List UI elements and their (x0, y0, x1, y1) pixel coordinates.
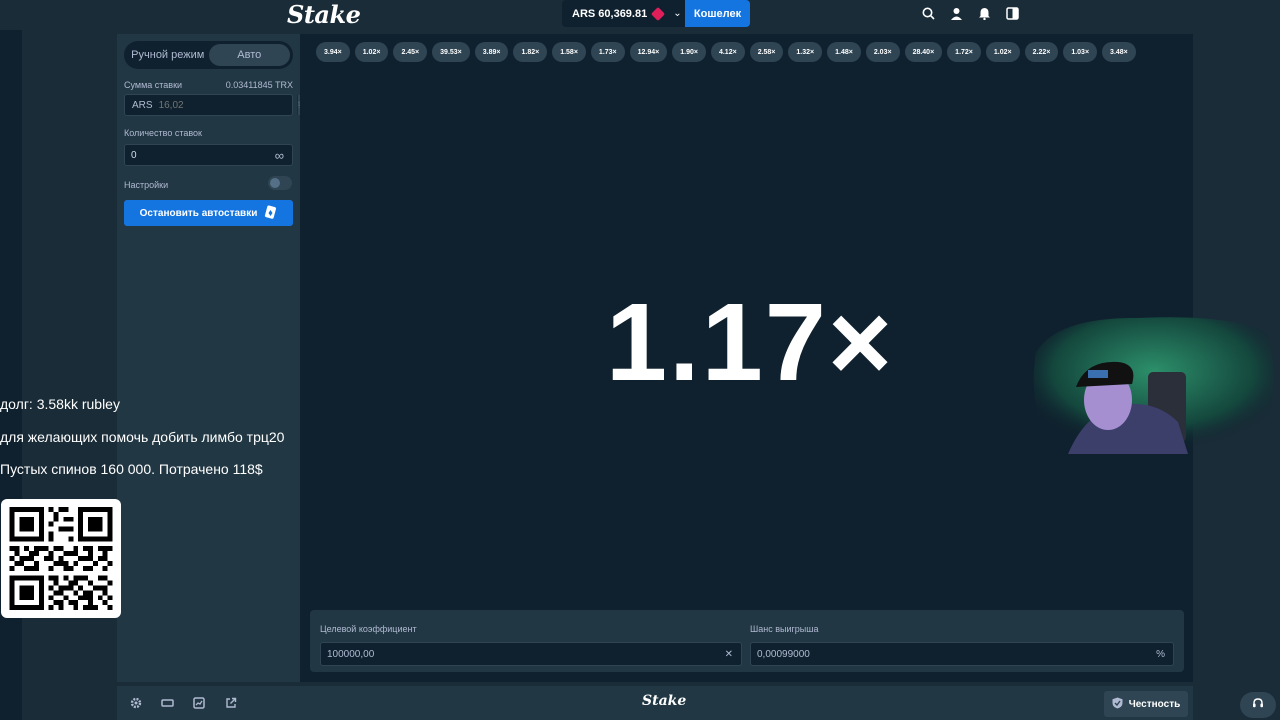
stake-logo[interactable]: Stake (287, 0, 361, 29)
stop-autobet-button[interactable]: Остановить автоставки (124, 200, 293, 226)
fairness-label: Честность (1128, 698, 1181, 710)
bet-amount-field: ARS ½ 2× (124, 94, 317, 116)
mode-toggle: Ручной режим Авто (124, 41, 293, 69)
balance-selector[interactable]: ARS 60,369.81 ⌄ (562, 0, 685, 27)
history-pill: 12.94× (629, 42, 668, 62)
toggle-knob (270, 178, 280, 188)
user-icon[interactable] (948, 5, 964, 21)
target-multiplier-field: ✕ (320, 642, 742, 666)
theatre-mode-icon[interactable] (160, 696, 174, 710)
stop-autobet-label: Остановить автоставки (139, 207, 258, 219)
result-history: 3.94× 1.02× 2.45× 39.53× 3.89× 1.82× 1.5… (316, 42, 1136, 62)
history-pill: 1.73× (590, 42, 625, 62)
bet-amount-label: Сумма ставки (124, 80, 183, 90)
target-multiplier-input[interactable] (321, 643, 725, 665)
win-chance-label: Шанс выигрыша (750, 624, 819, 634)
history-pill: 2.03× (865, 42, 900, 62)
fairness-button[interactable]: Честность (1104, 691, 1188, 717)
cards-icon (263, 205, 277, 222)
popout-icon[interactable] (224, 696, 238, 710)
footer-stake-logo: Stake (642, 693, 687, 709)
history-pill: 1.82× (513, 42, 548, 62)
history-pill: 1.72× (947, 42, 981, 62)
history-pill: 4.12× (710, 42, 745, 62)
history-pill: 28.40× (904, 42, 943, 62)
chevron-down-icon: ⌄ (673, 8, 682, 19)
history-pill: 1.58× (552, 42, 586, 62)
support-chat-button[interactable] (1240, 692, 1276, 718)
settings-toggle[interactable] (268, 176, 292, 190)
settings-label: Настройки (124, 180, 169, 190)
bet-count-label: Количество ставок (124, 128, 202, 138)
history-pill: 2.58× (749, 42, 784, 62)
bet-currency-prefix: ARS (132, 99, 153, 111)
bell-icon[interactable] (976, 5, 992, 21)
webcam-overlay (1028, 312, 1280, 454)
overlay-debt-text: долг: 3.58kk rubley (0, 396, 120, 412)
headset-icon (1252, 696, 1264, 714)
stats-icon[interactable] (192, 696, 206, 710)
percent-suffix: % (1156, 648, 1165, 660)
history-pill: 39.53× (432, 42, 470, 62)
target-multiplier-label: Целевой коэффициент (320, 624, 417, 634)
history-pill: 1.32× (788, 42, 823, 62)
bet-amount-input[interactable] (152, 95, 291, 115)
history-pill: 1.02× (985, 42, 1020, 62)
history-pill: 3.48× (1102, 42, 1136, 62)
win-chance-field: % (750, 642, 1174, 666)
history-pill: 1.48× (827, 42, 861, 62)
overlay-spins-text: Пустых спинов 160 000. Потрачено 118$ (0, 461, 263, 477)
bet-crypto-value: 0.03411845 TRX (225, 80, 293, 90)
history-pill: 2.22× (1024, 42, 1059, 62)
currency-gem-icon (651, 6, 666, 21)
result-multiplier: 1.17× (605, 281, 895, 404)
gear-icon[interactable] (129, 696, 143, 710)
history-pill: 1.90× (672, 42, 706, 62)
history-pill: 1.03× (1063, 42, 1098, 62)
close-icon[interactable]: ✕ (725, 649, 741, 660)
bet-control-panel: Ручной режим Авто Сумма ставки 0.0341184… (117, 34, 317, 682)
wallet-button[interactable]: Кошелек (685, 0, 750, 27)
tab-auto-mode[interactable]: Авто (208, 44, 290, 66)
shield-icon (1112, 697, 1123, 712)
search-icon[interactable] (920, 5, 936, 21)
balance-amount: ARS 60,369.81 (572, 7, 648, 20)
win-chance-input[interactable] (751, 643, 1157, 665)
history-pill: 1.02× (354, 42, 389, 62)
history-pill: 3.89× (474, 42, 509, 62)
infinity-icon[interactable]: ∞ (275, 148, 292, 163)
overlay-help-text: для желающих помочь добить лимбо трц20 (0, 429, 285, 445)
bottom-bar: Stake Честность (117, 686, 1193, 720)
bet-count-input[interactable] (125, 145, 275, 165)
history-pill: 2.45× (393, 42, 428, 62)
tab-manual-mode[interactable]: Ручной режим (127, 44, 209, 66)
target-inputs-panel: Целевой коэффициент ✕ Шанс выигрыша % (310, 610, 1184, 672)
top-bar: Stake ARS 60,369.81 ⌄ Кошелек (0, 0, 1280, 30)
bet-count-field: ∞ (124, 144, 293, 166)
sidebar-toggle-icon[interactable] (1004, 5, 1020, 21)
qr-code (1, 499, 121, 618)
history-pill: 3.94× (316, 42, 350, 62)
